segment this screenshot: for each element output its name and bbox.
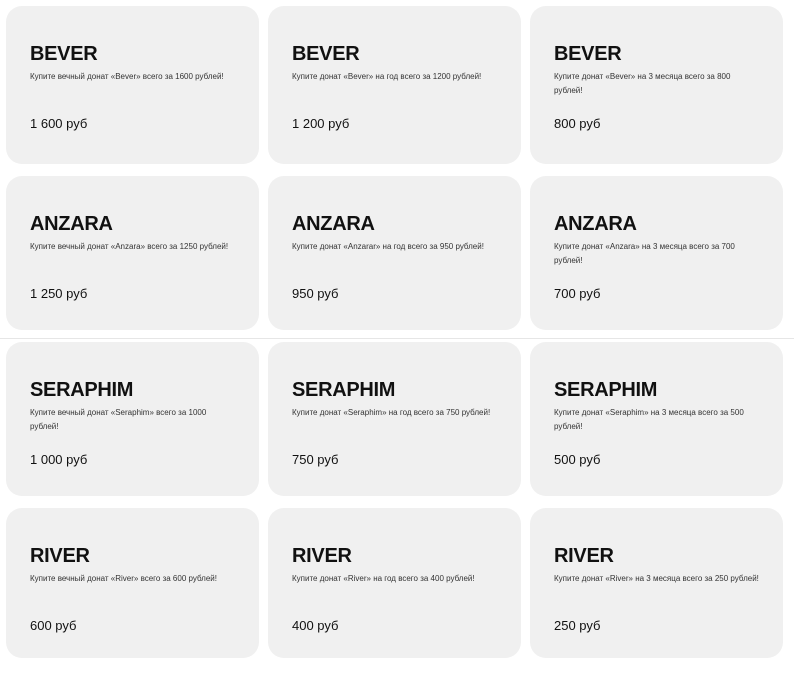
donation-card-seraphim-3-months[interactable]: SERAPHIM Купите донат «Seraphim» на 3 ме… [530,342,783,496]
card-title: ANZARA [554,213,637,235]
card-title: RIVER [30,545,90,567]
card-price: 1 600 руб [30,116,88,131]
card-title: BEVER [292,43,360,65]
card-title: RIVER [292,545,352,567]
donation-card-river-year[interactable]: RIVER Купите донат «River» на год всего … [268,508,521,658]
card-description: Купите донат «River» на 3 месяца всего з… [554,574,759,583]
card-price: 1 000 руб [30,452,88,467]
donation-card-seraphim-year[interactable]: SERAPHIM Купите донат «Seraphim» на год … [268,342,521,496]
card-price: 800 руб [554,116,601,131]
donation-card-bever-3-months[interactable]: BEVER Купите донат «Bever» на 3 месяца в… [530,6,783,164]
card-price: 1 200 руб [292,116,350,131]
donation-card-bever-lifetime[interactable]: BEVER Купите вечный донат «Bever» всего … [6,6,259,164]
card-row-seraphim: SERAPHIM Купите вечный донат «Seraphim» … [6,342,784,496]
card-description: Купите вечный донат «Seraphim» всего за … [30,408,207,431]
card-description: Купите донат «Bever» на год всего за 120… [292,72,482,81]
card-price: 400 руб [292,618,339,633]
card-description: Купите донат «Bever» на 3 месяца всего з… [554,72,731,95]
card-description: Купите вечный донат «Anzara» всего за 12… [30,242,229,251]
card-price: 700 руб [554,286,601,301]
card-price: 500 руб [554,452,601,467]
card-description: Купите вечный донат «River» всего за 600… [30,574,217,583]
donation-card-grid: BEVER Купите вечный донат «Bever» всего … [6,6,784,658]
card-description: Купите донат «River» на год всего за 400… [292,574,475,583]
card-title: ANZARA [30,213,113,235]
card-title: SERAPHIM [30,379,134,401]
donation-card-river-lifetime[interactable]: RIVER Купите вечный донат «River» всего … [6,508,259,658]
card-description: Купите донат «Seraphim» на 3 месяца всег… [554,408,744,431]
card-title: ANZARA [292,213,375,235]
card-description: Купите донат «Anzara» на 3 месяца всего … [554,242,735,265]
card-description: Купите вечный донат «Bever» всего за 160… [30,72,224,81]
card-description: Купите донат «Anzarar» на год всего за 9… [292,242,484,251]
donation-card-anzara-year[interactable]: ANZARA Купите донат «Anzarar» на год все… [268,176,521,330]
donation-card-bever-year[interactable]: BEVER Купите донат «Bever» на год всего … [268,6,521,164]
section-divider [0,338,794,339]
card-title: BEVER [554,43,622,65]
donation-card-anzara-3-months[interactable]: ANZARA Купите донат «Anzara» на 3 месяца… [530,176,783,330]
card-title: BEVER [30,43,98,65]
donation-card-river-3-months[interactable]: RIVER Купите донат «River» на 3 месяца в… [530,508,783,658]
card-description: Купите донат «Seraphim» на год всего за … [292,408,491,417]
card-price: 250 руб [554,618,601,633]
card-title: SERAPHIM [292,379,396,401]
card-row-anzara: ANZARA Купите вечный донат «Anzara» всег… [6,176,784,330]
card-title: RIVER [554,545,614,567]
card-price: 750 руб [292,452,339,467]
donation-card-seraphim-lifetime[interactable]: SERAPHIM Купите вечный донат «Seraphim» … [6,342,259,496]
donation-card-anzara-lifetime[interactable]: ANZARA Купите вечный донат «Anzara» всег… [6,176,259,330]
card-price: 950 руб [292,286,339,301]
card-price: 1 250 руб [30,286,88,301]
card-title: SERAPHIM [554,379,658,401]
card-row-river: RIVER Купите вечный донат «River» всего … [6,508,784,658]
card-price: 600 руб [30,618,77,633]
card-row-bever: BEVER Купите вечный донат «Bever» всего … [6,6,784,164]
